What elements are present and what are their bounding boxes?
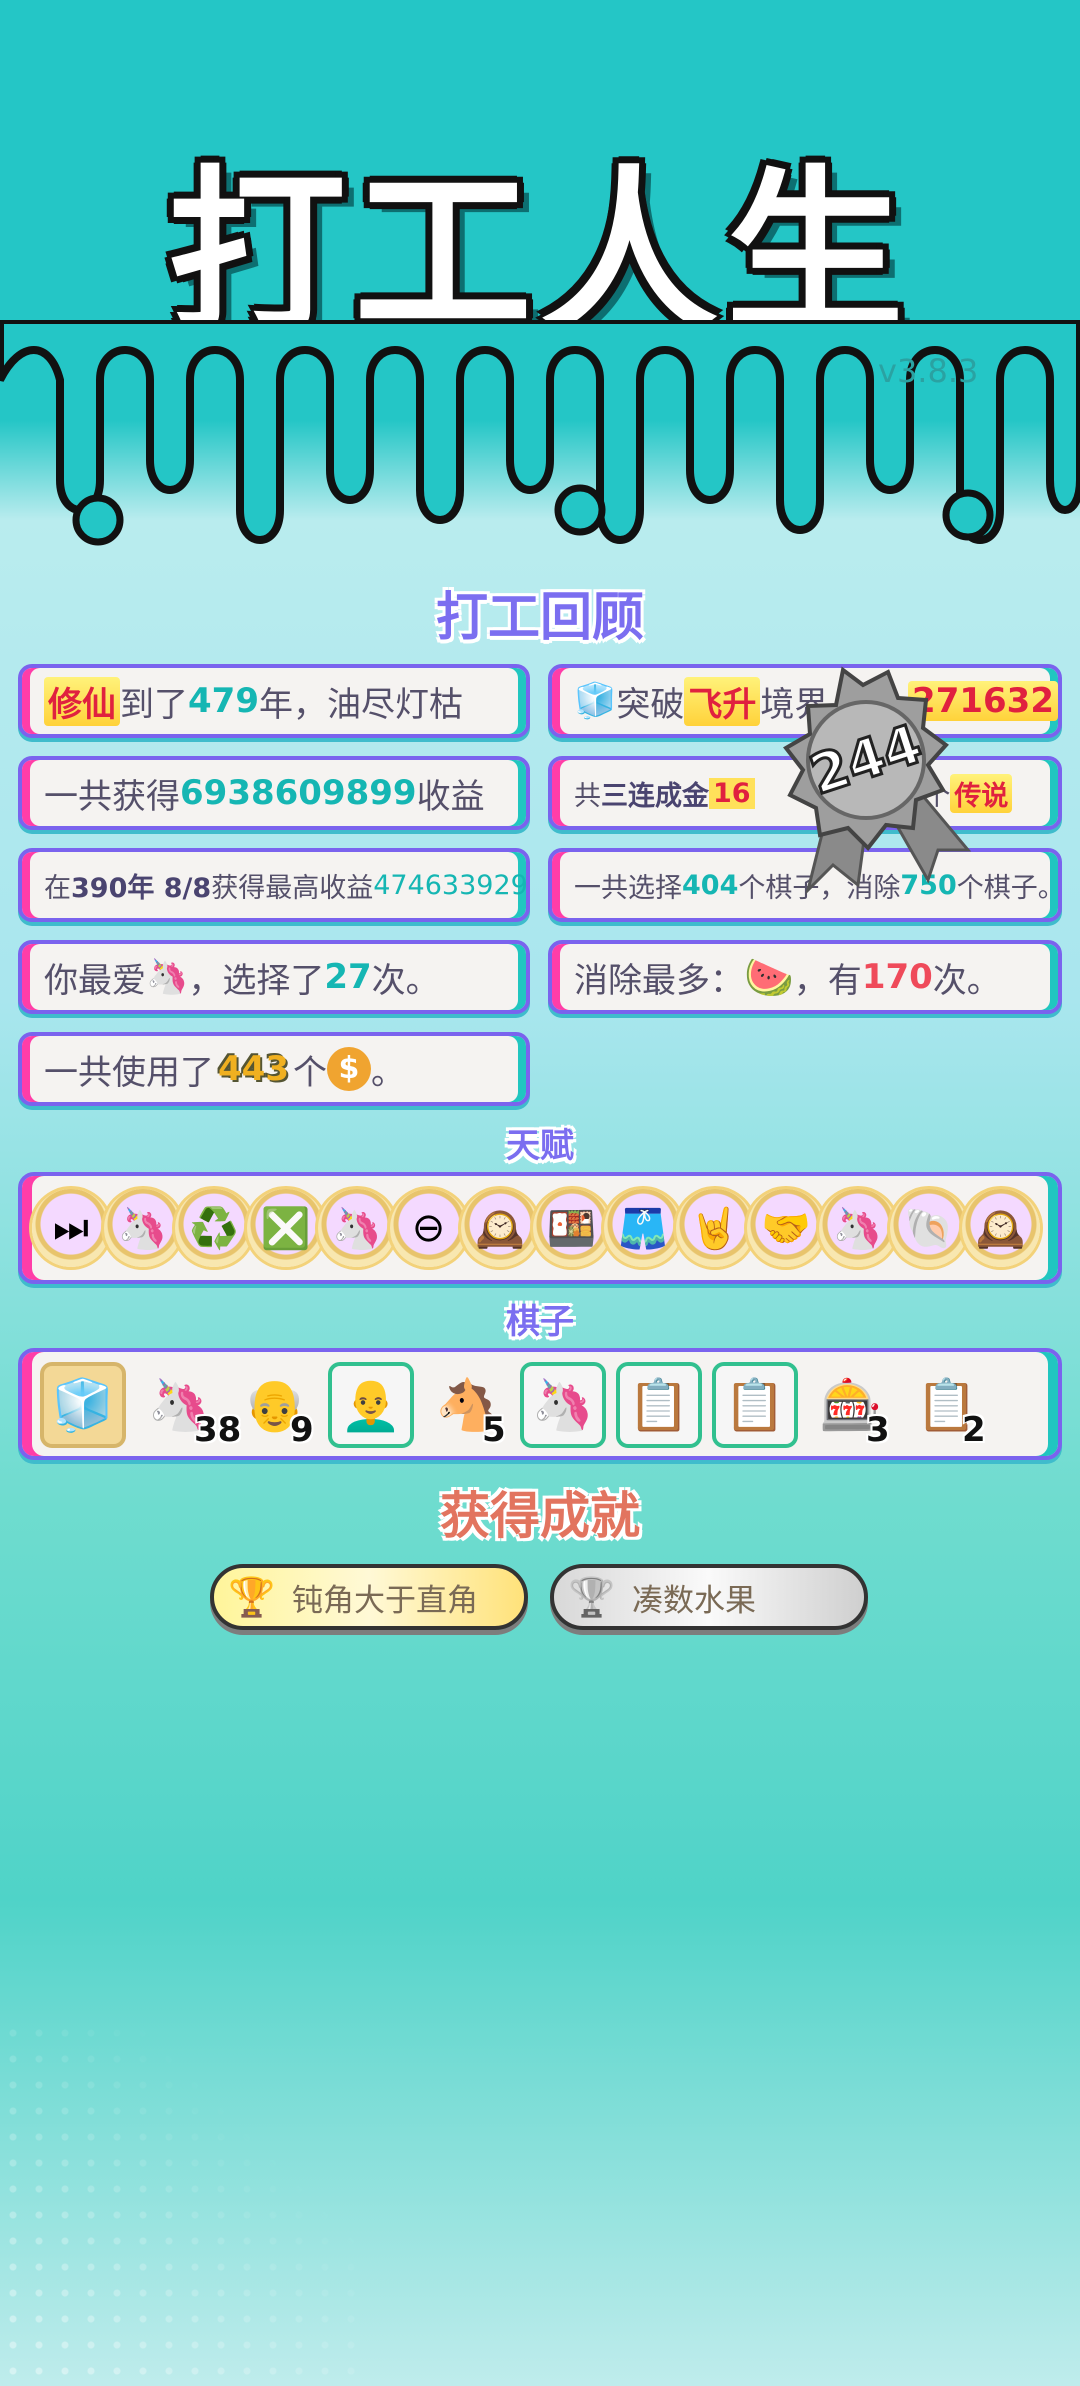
piece-icon: 🦄 xyxy=(531,1375,595,1434)
level-badge: 244 xyxy=(783,666,972,895)
talent-icon[interactable]: ❎ xyxy=(246,1189,325,1267)
pieces-strip: 🧊 🦄 38 👴 9 👨‍🦲 🐴 5 🦄 📋 📋 🎰 3 📋 2 xyxy=(18,1348,1062,1460)
piece-icon: 📋 xyxy=(723,1375,787,1434)
talent-icon[interactable]: 🦄 xyxy=(318,1189,396,1267)
best-earnings-card: 在 390年 8/8 获得最高收益 474633929 xyxy=(18,848,530,922)
silver-trophy-icon: 🏆 xyxy=(568,1575,616,1619)
piece-slot[interactable]: 📋 xyxy=(712,1362,798,1448)
piece-count: 5 xyxy=(482,1410,506,1450)
piece-slot[interactable]: 🦄 xyxy=(520,1362,606,1448)
talent-icon[interactable]: 🍱 xyxy=(532,1189,611,1267)
unicorn-icon: 🦄 xyxy=(146,957,189,997)
cultivation-card: 修仙 到了 479 年，油尽灯枯 xyxy=(18,664,530,738)
piece-slot[interactable]: 🧊 xyxy=(40,1362,126,1448)
talent-icon[interactable]: 🕰️ xyxy=(961,1189,1040,1267)
pieces-section-title: 棋子 xyxy=(506,1302,574,1342)
earnings-card: 一共获得 6938609899 收益 xyxy=(18,756,530,830)
achievement-label: 钝角大于直角 xyxy=(292,1582,478,1619)
achievement-label: 凑数水果 xyxy=(632,1582,756,1619)
talents-section-title: 天赋 xyxy=(506,1126,574,1166)
decorative-dots xyxy=(0,2020,360,2380)
talent-icon[interactable]: 🐚 xyxy=(890,1189,968,1267)
piece-slot[interactable]: 👨‍🦲 xyxy=(328,1362,414,1448)
talent-icon[interactable]: 🩳 xyxy=(604,1189,682,1267)
talent-icon[interactable]: 🤝 xyxy=(747,1189,825,1267)
talent-icon[interactable]: ⏭ xyxy=(32,1189,110,1267)
achievement-filler-fruit[interactable]: 🏆 凑数水果 xyxy=(550,1564,868,1630)
piece-slot[interactable]: 📋 xyxy=(616,1362,702,1448)
favorite-card: 你最爱 🦄 ，选择了 27 次。 xyxy=(18,940,530,1014)
piece-icon: 📋 xyxy=(627,1375,691,1434)
talent-icon[interactable]: ⊖ xyxy=(389,1189,468,1267)
piece-icon: 👨‍🦲 xyxy=(339,1375,403,1434)
most-removed-card: 消除最多： 🍉 ，有 170 次。 xyxy=(548,940,1062,1014)
fridge-icon: 🧊 xyxy=(574,681,617,721)
talents-strip: ⏭ 🦄 ♻️ ❎ 🦄 ⊖ 🕰️ 🍱 🩳 🤘 🤝 🦄 🐚 🕰️ xyxy=(18,1172,1062,1284)
review-section-title: 打工回顾 xyxy=(435,588,644,648)
talent-icon[interactable]: 🤘 xyxy=(675,1189,754,1267)
talent-icon[interactable]: 🦄 xyxy=(818,1189,897,1267)
gold-trophy-icon: 🏆 xyxy=(228,1575,276,1619)
watermelon-icon: 🍉 xyxy=(744,954,794,1001)
talent-icon[interactable]: 🕰️ xyxy=(461,1189,539,1267)
version-label: v3.8.3 xyxy=(878,352,979,390)
talent-icon[interactable]: 🦄 xyxy=(103,1189,182,1267)
achievement-obtuse-angle[interactable]: 🏆 钝角大于直角 xyxy=(210,1564,528,1630)
coin-icon: $ xyxy=(326,1047,371,1091)
achievements-section-title: 获得成就 xyxy=(440,1487,640,1545)
piece-icon: 🧊 xyxy=(51,1375,115,1434)
piece-count: 9 xyxy=(290,1410,314,1450)
coins-card: 一共使用了 443 个 $ 。 xyxy=(18,1032,530,1106)
piece-count: 2 xyxy=(962,1410,986,1450)
piece-count: 3 xyxy=(866,1410,890,1450)
talent-icon[interactable]: ♻️ xyxy=(175,1189,253,1267)
